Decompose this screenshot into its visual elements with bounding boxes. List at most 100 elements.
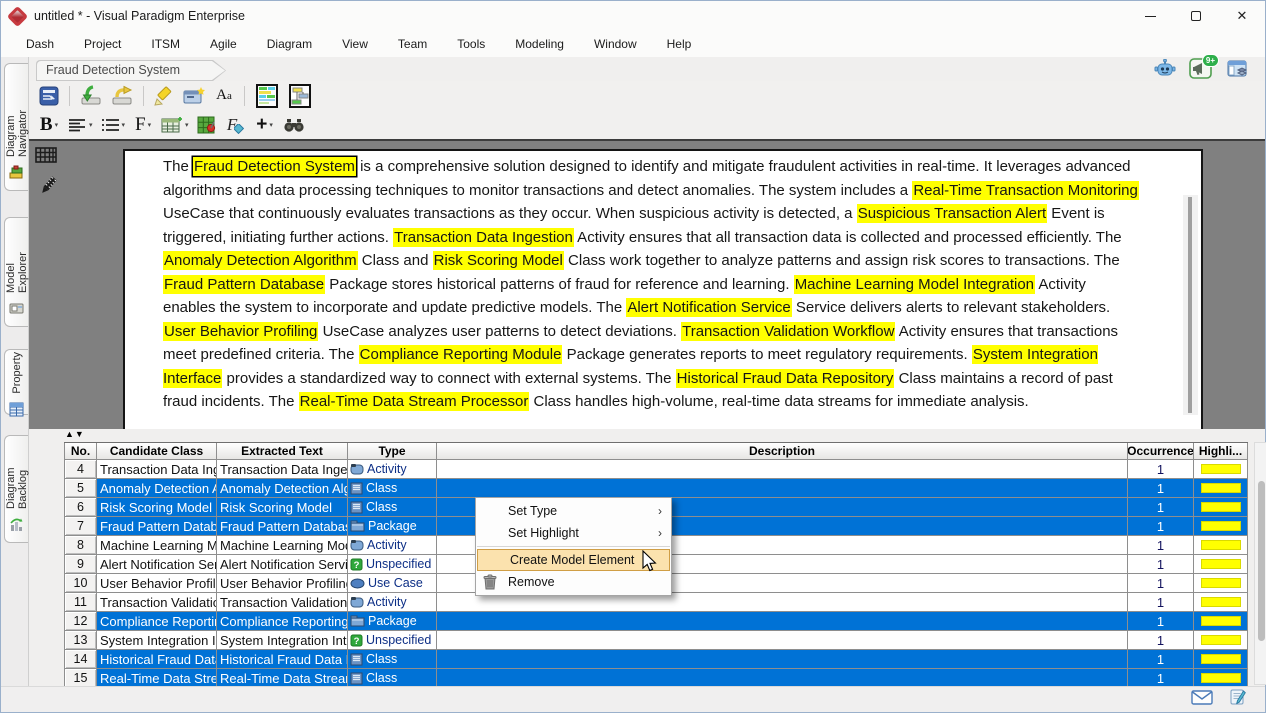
menu-item-dash[interactable]: Dash [11, 33, 69, 55]
messages-envelope-icon[interactable] [1191, 690, 1213, 710]
table-row[interactable]: 13System Integration InterfaceSystem Int… [64, 631, 1248, 650]
highlighted-term[interactable]: Machine Learning Model Integration [794, 275, 1035, 294]
activity-icon [350, 596, 364, 608]
highlighted-term[interactable]: Transaction Data Ingestion [393, 228, 574, 247]
grid-table-icon[interactable] [35, 147, 57, 168]
table-row[interactable]: 14Historical Fraud Data RepositoryHistor… [64, 650, 1248, 669]
toolbar-separator [244, 86, 245, 106]
extracted-text-cell: Historical Fraud Data Repository [217, 650, 348, 669]
list-icon[interactable]: ▾ [98, 113, 128, 137]
table-row[interactable]: 4Transaction Data IngestionTransaction D… [64, 460, 1248, 479]
status-bar [1, 686, 1265, 712]
highlight-cell [1194, 517, 1248, 536]
highlighted-term[interactable]: Real-Time Transaction Monitoring [912, 181, 1139, 200]
sidebar-tab-diagram-backlog[interactable]: Diagram Backlog [4, 435, 28, 543]
context-menu-item-set-highlight[interactable]: Set Highlight› [476, 522, 671, 544]
panel-splitter[interactable]: ▲▼ [29, 429, 1265, 442]
highlight-color-swatch[interactable] [1201, 673, 1241, 683]
bold-icon[interactable]: B▾ [36, 113, 62, 137]
sidebar-tab-model-explorer[interactable]: Model Explorer [4, 217, 28, 327]
menu-item-diagram[interactable]: Diagram [252, 33, 327, 55]
highlight-color-swatch[interactable] [1201, 559, 1241, 569]
highlight-color-swatch[interactable] [1201, 597, 1241, 607]
highlight-color-swatch[interactable] [1201, 521, 1241, 531]
font-case-icon[interactable]: Aa [211, 84, 237, 108]
menu-item-tools[interactable]: Tools [442, 33, 500, 55]
highlight-color-swatch[interactable] [1201, 540, 1241, 550]
highlighted-term[interactable]: Real-Time Data Stream Processor [299, 392, 530, 411]
tab-fraud-detection-system[interactable]: Fraud Detection System [36, 60, 226, 81]
menu-item-agile[interactable]: Agile [195, 33, 252, 55]
menu-item-window[interactable]: Window [579, 33, 652, 55]
highlighted-term[interactable]: Historical Fraud Data Repository [676, 369, 895, 388]
highlighted-term[interactable]: Risk Scoring Model [433, 251, 564, 270]
menu-item-team[interactable]: Team [383, 33, 442, 55]
table-scrollbar[interactable] [1254, 442, 1266, 685]
column-header-candidateclass[interactable]: Candidate Class [97, 443, 217, 460]
panel-layout-icon[interactable] [1224, 58, 1249, 80]
find-binoculars-icon[interactable] [281, 113, 307, 137]
document-text-run: UseCase analyzes user patterns to detect… [318, 323, 681, 340]
diagram-canvas[interactable]: The Fraud Detection System is a comprehe… [29, 139, 1265, 429]
highlighter-icon[interactable] [151, 84, 177, 108]
splitter-collapse-buttons[interactable]: ▲▼ [65, 429, 85, 439]
notes-edit-icon[interactable] [1229, 688, 1247, 711]
highlighted-term[interactable]: Fraud Detection System [193, 157, 356, 176]
highlighted-term[interactable]: User Behavior Profiling [163, 322, 318, 341]
close-button[interactable]: ✕ [1219, 1, 1265, 31]
column-header-occurrence[interactable]: Occurrence [1128, 443, 1194, 460]
formula-icon[interactable]: F [223, 113, 249, 137]
color-palette-icon[interactable] [194, 113, 220, 137]
highlight-color-swatch[interactable] [1201, 654, 1241, 664]
table-insert-icon[interactable]: ▾ [159, 113, 191, 137]
svg-text:?: ? [354, 560, 360, 571]
table-row[interactable]: 12Compliance Reporting ModuleCompliance … [64, 612, 1248, 631]
add-icon[interactable]: +▾ [252, 113, 278, 137]
highlighted-term[interactable]: Compliance Reporting Module [359, 345, 563, 364]
font-icon[interactable]: F▾ [130, 113, 156, 137]
column-header-description[interactable]: Description [437, 443, 1128, 460]
highlighted-term[interactable]: Transaction Validation Workflow [681, 322, 895, 341]
class-icon [350, 482, 363, 495]
highlight-color-swatch[interactable] [1201, 616, 1241, 626]
new-window-icon[interactable] [180, 84, 208, 108]
export-diagram-icon[interactable] [36, 84, 62, 108]
highlight-color-swatch[interactable] [1201, 483, 1241, 493]
highlighted-term[interactable]: Anomaly Detection Algorithm [163, 251, 358, 270]
document-page[interactable]: The Fraud Detection System is a comprehe… [123, 149, 1203, 429]
diagram-overview-icon[interactable] [252, 84, 282, 108]
table-scrollbar-thumb[interactable] [1258, 481, 1265, 641]
menu-item-modeling[interactable]: Modeling [500, 33, 579, 55]
table-row[interactable]: 5Anomaly Detection AlgorithmAnomaly Dete… [64, 479, 1248, 498]
diagram-layout-icon[interactable] [285, 84, 315, 108]
highlight-color-swatch[interactable] [1201, 635, 1241, 645]
pen-brush-icon[interactable] [38, 175, 58, 202]
context-menu: Set Type›Set Highlight›Create Model Elem… [475, 497, 672, 596]
column-header-highli[interactable]: Highli... [1194, 443, 1248, 460]
sidebar-tab-property[interactable]: Property [4, 349, 28, 415]
announcement-megaphone-icon[interactable]: 9+ [1188, 58, 1213, 80]
export-tray-icon[interactable] [108, 84, 136, 108]
highlighted-term[interactable]: Fraud Pattern Database [163, 275, 325, 294]
menu-item-help[interactable]: Help [652, 33, 707, 55]
align-icon[interactable]: ▾ [65, 113, 95, 137]
highlight-color-swatch[interactable] [1201, 464, 1241, 474]
menu-item-view[interactable]: View [327, 33, 383, 55]
sidebar-tab-diagram-navigator[interactable]: Diagram Navigator [4, 63, 28, 191]
highlighted-term[interactable]: Alert Notification Service [626, 298, 791, 317]
menu-item-project[interactable]: Project [69, 33, 136, 55]
column-header-type[interactable]: Type [348, 443, 437, 460]
document-scrollbar[interactable] [1183, 195, 1198, 415]
minimize-button[interactable] [1127, 1, 1173, 31]
column-header-extractedtext[interactable]: Extracted Text [217, 443, 348, 460]
ai-assistant-robot-icon[interactable] [1152, 58, 1177, 80]
highlight-color-swatch[interactable] [1201, 578, 1241, 588]
context-menu-item-set-type[interactable]: Set Type› [476, 500, 671, 522]
highlight-color-swatch[interactable] [1201, 502, 1241, 512]
column-header-no[interactable]: No. [64, 443, 97, 460]
menu-item-itsm[interactable]: ITSM [136, 33, 195, 55]
import-tray-icon[interactable] [77, 84, 105, 108]
highlighted-term[interactable]: Suspicious Transaction Alert [857, 204, 1047, 223]
maximize-button[interactable] [1173, 1, 1219, 31]
document-scrollbar-thumb[interactable] [1188, 197, 1192, 413]
